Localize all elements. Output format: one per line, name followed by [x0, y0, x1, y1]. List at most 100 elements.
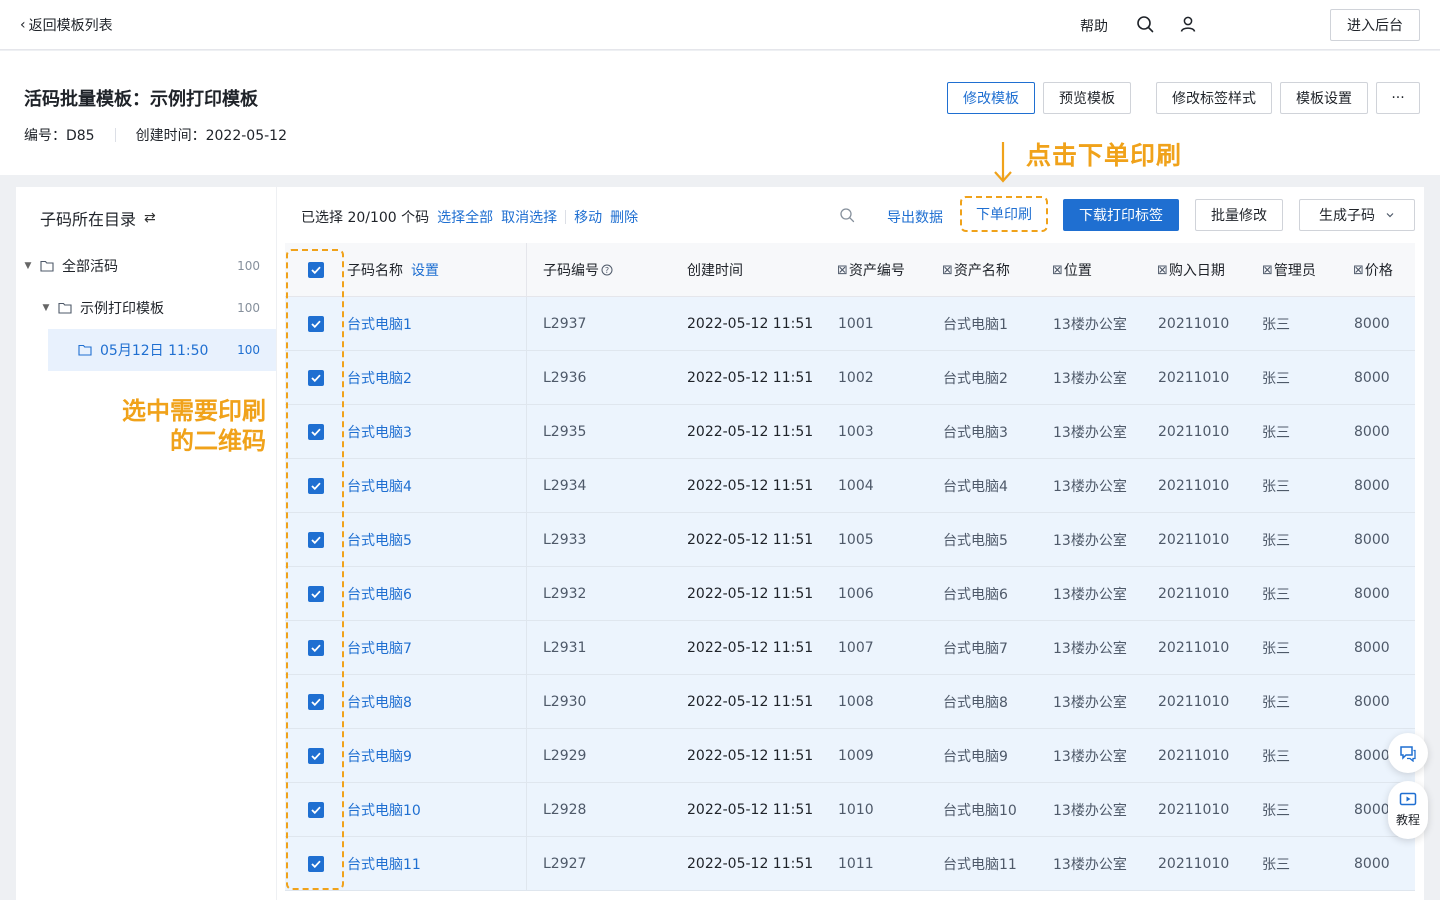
order-print-button[interactable]: 下单印刷	[960, 196, 1048, 232]
cell-purchase-date-value: 20211010	[1158, 694, 1230, 710]
cell-name-value[interactable]: 台式电脑2	[347, 368, 412, 388]
help-circle-icon[interactable]: ?	[601, 264, 613, 276]
caret-down-icon[interactable]: ▼	[40, 303, 52, 313]
search-icon[interactable]	[1136, 15, 1154, 33]
header-asset-no-label: 资产编号	[848, 263, 905, 279]
tutorial-float-button[interactable]: 教程	[1388, 781, 1428, 839]
row-checkbox[interactable]	[308, 748, 324, 764]
cell-asset-no-value: 1008	[838, 694, 874, 710]
cell-manager: 张三	[1262, 783, 1352, 837]
cell-name-value[interactable]: 台式电脑3	[347, 422, 412, 442]
cell-name-value[interactable]: 台式电脑5	[347, 530, 412, 550]
table-row[interactable]: 台式电脑1 L2937 2022-05-12 11:51 1001 台式电脑1 13楼办公…	[285, 297, 1415, 351]
cell-purchase-date: 20211010	[1158, 621, 1258, 675]
tree-item-sample-template[interactable]: ▼ 示例打印模板 100	[16, 287, 276, 329]
cell-price: 8000	[1354, 621, 1414, 675]
cell-name-value[interactable]: 台式电脑8	[347, 692, 412, 712]
swap-icon[interactable]: ⇄	[144, 210, 156, 226]
table-row[interactable]: 台式电脑8 L2930 2022-05-12 11:51 1008 台式电脑8 13楼办公…	[285, 675, 1415, 729]
cell-code: L2934	[543, 459, 673, 513]
row-checkbox[interactable]	[308, 424, 324, 440]
tree-item-may12-batch[interactable]: 05月12日 11:50 100	[48, 329, 276, 371]
chat-icon	[1400, 746, 1416, 762]
table-row[interactable]: 台式电脑10 L2928 2022-05-12 11:51 1010 台式电脑10 13楼…	[285, 783, 1415, 837]
cell-purchase-date: 20211010	[1158, 783, 1258, 837]
user-icon[interactable]	[1179, 15, 1197, 33]
cell-asset-name-value: 台式电脑2	[943, 371, 1008, 387]
caret-down-icon[interactable]: ▼	[22, 261, 34, 271]
select-all-link[interactable]: 选择全部	[437, 207, 493, 227]
download-print-labels-button[interactable]: 下载打印标签	[1063, 199, 1179, 231]
field-icon: ⊠	[1052, 262, 1063, 278]
cell-name-value[interactable]: 台式电脑7	[347, 638, 412, 658]
edit-template-button[interactable]: 修改模板	[947, 82, 1035, 114]
chat-float-button[interactable]	[1388, 733, 1428, 773]
template-settings-button[interactable]: 模板设置	[1280, 82, 1368, 114]
cell-name-value[interactable]: 台式电脑1	[347, 314, 412, 334]
cell-manager-value: 张三	[1262, 749, 1290, 765]
cell-name: 台式电脑11	[347, 837, 527, 891]
cell-asset-name-value: 台式电脑3	[943, 425, 1008, 441]
edit-label-style-button[interactable]: 修改标签样式	[1156, 82, 1272, 114]
cell-asset-no: 1003	[838, 405, 938, 459]
cell-price: 8000	[1354, 837, 1414, 891]
back-to-template-list-link[interactable]: ‹ 返回模板列表	[20, 15, 113, 35]
row-checkbox[interactable]	[308, 478, 324, 494]
cell-asset-name-value: 台式电脑10	[943, 803, 1017, 819]
generate-subcode-button[interactable]: 生成子码	[1299, 199, 1415, 231]
table-row[interactable]: 台式电脑4 L2934 2022-05-12 11:51 1004 台式电脑4 13楼办公…	[285, 459, 1415, 513]
enter-admin-button[interactable]: 进入后台	[1330, 9, 1420, 41]
deselect-link[interactable]: 取消选择	[501, 207, 557, 227]
cell-manager: 张三	[1262, 351, 1352, 405]
move-link[interactable]: 移动	[574, 207, 602, 227]
cell-price: 8000	[1354, 567, 1414, 621]
divider	[565, 210, 567, 224]
cell-purchase-date-value: 20211010	[1158, 478, 1230, 494]
header-code-label: 子码编号	[543, 263, 599, 279]
export-data-link[interactable]: 导出数据	[887, 207, 943, 227]
cell-name-value[interactable]: 台式电脑9	[347, 746, 412, 766]
table-row[interactable]: 台式电脑5 L2933 2022-05-12 11:51 1005 台式电脑5 13楼办公…	[285, 513, 1415, 567]
row-checkbox[interactable]	[308, 370, 324, 386]
table-row[interactable]: 台式电脑2 L2936 2022-05-12 11:51 1002 台式电脑2 13楼办公…	[285, 351, 1415, 405]
cell-price-value: 8000	[1354, 370, 1390, 386]
row-checkbox[interactable]	[308, 316, 324, 332]
help-link[interactable]: 帮助	[1080, 16, 1108, 36]
table-row[interactable]: 台式电脑9 L2929 2022-05-12 11:51 1009 台式电脑9 13楼办公…	[285, 729, 1415, 783]
cell-location: 13楼办公室	[1053, 567, 1153, 621]
cell-name-value[interactable]: 台式电脑11	[347, 854, 421, 874]
preview-template-button[interactable]: 预览模板	[1043, 82, 1131, 114]
cell-asset-no: 1011	[838, 837, 938, 891]
row-checkbox[interactable]	[308, 532, 324, 548]
cell-code-value: L2936	[543, 370, 587, 386]
more-options-button[interactable]: ···	[1376, 82, 1420, 114]
table-row[interactable]: 台式电脑11 L2927 2022-05-12 11:51 1011 台式电脑11 13楼…	[285, 837, 1415, 891]
row-checkbox[interactable]	[308, 586, 324, 602]
column-settings-link[interactable]: 设置	[411, 260, 439, 280]
select-all-checkbox[interactable]	[308, 262, 324, 278]
row-checkbox[interactable]	[308, 640, 324, 656]
row-checkbox[interactable]	[308, 856, 324, 872]
cell-created: 2022-05-12 11:51	[687, 459, 827, 513]
table-row[interactable]: 台式电脑7 L2931 2022-05-12 11:51 1007 台式电脑7 13楼办公…	[285, 621, 1415, 675]
cell-price-value: 8000	[1354, 640, 1390, 656]
cell-asset-no-value: 1011	[838, 856, 874, 872]
delete-link[interactable]: 删除	[610, 207, 638, 227]
cell-price-value: 8000	[1354, 532, 1390, 548]
cell-asset-name: 台式电脑8	[943, 675, 1048, 729]
table-row[interactable]: 台式电脑3 L2935 2022-05-12 11:51 1003 台式电脑3 13楼办公…	[285, 405, 1415, 459]
cell-name-value[interactable]: 台式电脑6	[347, 584, 412, 604]
cell-name-value[interactable]: 台式电脑4	[347, 476, 412, 496]
tree-item-all-codes[interactable]: ▼ 全部活码 100	[16, 245, 276, 287]
cell-asset-name: 台式电脑2	[943, 351, 1048, 405]
row-checkbox[interactable]	[308, 694, 324, 710]
folder-icon	[40, 260, 54, 272]
row-checkbox[interactable]	[308, 802, 324, 818]
cell-name-value[interactable]: 台式电脑10	[347, 800, 421, 820]
cell-manager: 张三	[1262, 675, 1352, 729]
table-row[interactable]: 台式电脑6 L2932 2022-05-12 11:51 1006 台式电脑6 13楼办公…	[285, 567, 1415, 621]
batch-edit-button[interactable]: 批量修改	[1195, 199, 1283, 231]
search-icon[interactable]	[839, 207, 855, 223]
header-purchase-date-label: 购入日期	[1168, 263, 1225, 279]
cell-asset-name: 台式电脑11	[943, 837, 1048, 891]
